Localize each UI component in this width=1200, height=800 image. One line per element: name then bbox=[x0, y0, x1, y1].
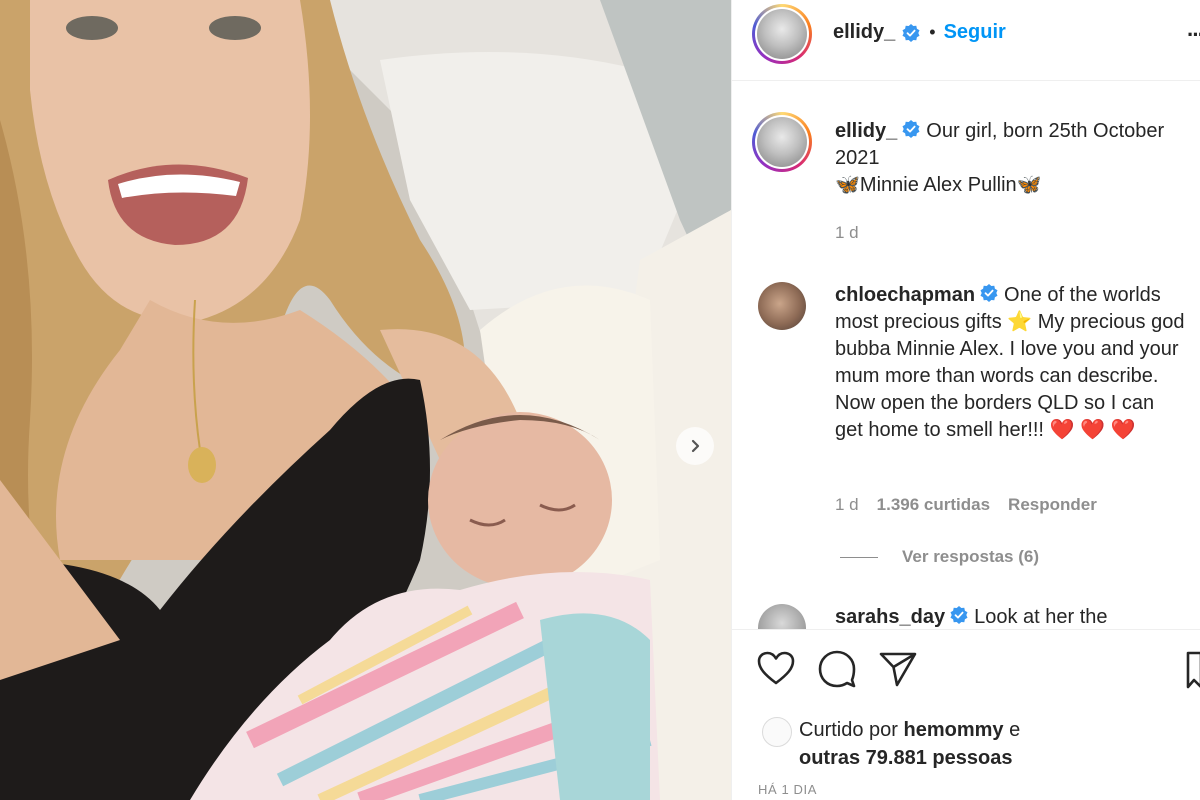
view-replies-button[interactable]: Ver respostas (6) bbox=[840, 547, 1039, 567]
comment-icon[interactable] bbox=[817, 650, 857, 688]
share-icon[interactable] bbox=[878, 650, 918, 688]
liker-avatar[interactable] bbox=[762, 717, 792, 747]
caption-text: ellidy_ Our girl, born 25th October 2021… bbox=[835, 118, 1187, 199]
heart-icon[interactable] bbox=[756, 650, 796, 686]
post-date[interactable]: HÁ 1 DIA bbox=[758, 782, 817, 797]
liker-username[interactable]: hemommy bbox=[904, 719, 1004, 741]
reply-button[interactable]: Responder bbox=[1008, 495, 1097, 515]
post-header: ellidy_ • Seguir ··· bbox=[732, 0, 1200, 81]
post-actions: Curtido por hemommy e outras 79.881 pess… bbox=[732, 629, 1200, 800]
comment-meta: 1 d 1.396 curtidas Responder bbox=[835, 495, 1097, 515]
comment-time[interactable]: 1 d bbox=[835, 495, 859, 515]
bookmark-icon[interactable] bbox=[1185, 650, 1200, 690]
comment-body: Look at her the bbox=[974, 606, 1108, 628]
separator-dot: • bbox=[929, 22, 936, 42]
replies-divider bbox=[840, 556, 878, 558]
caption-avatar[interactable] bbox=[752, 112, 812, 172]
caption-time[interactable]: 1 d bbox=[835, 223, 859, 243]
liked-by-prefix: Curtido por bbox=[799, 719, 898, 741]
verified-badge-icon bbox=[902, 23, 920, 42]
caption-username[interactable]: ellidy_ bbox=[835, 120, 897, 142]
liked-by-conj: e bbox=[1009, 719, 1021, 741]
follow-button[interactable]: Seguir bbox=[944, 21, 1006, 44]
comment-likes[interactable]: 1.396 curtidas bbox=[877, 495, 990, 515]
comment-text: chloechapman One of the worlds most prec… bbox=[835, 282, 1187, 444]
verified-badge-icon bbox=[950, 606, 968, 624]
photo-illustration bbox=[0, 0, 731, 800]
commenter-avatar[interactable] bbox=[758, 604, 806, 629]
caption-meta: 1 d bbox=[835, 223, 859, 243]
commenter-username[interactable]: sarahs_day bbox=[835, 606, 945, 628]
next-photo-button[interactable] bbox=[676, 427, 714, 465]
caption-line-2: 🦋Minnie Alex Pullin🦋 bbox=[835, 174, 1042, 196]
commenter-avatar[interactable] bbox=[758, 282, 806, 330]
commenter-username[interactable]: chloechapman bbox=[835, 284, 975, 306]
post-photo[interactable] bbox=[0, 0, 731, 800]
other-likes-link[interactable]: outras 79.881 pessoas bbox=[799, 747, 1012, 769]
likes-summary: Curtido por hemommy e outras 79.881 pess… bbox=[799, 716, 1179, 772]
chevron-right-icon bbox=[691, 439, 700, 453]
verified-badge-icon bbox=[902, 120, 920, 138]
comment-body: One of the worlds most precious gifts ⭐ … bbox=[835, 284, 1185, 441]
view-replies-label: Ver respostas (6) bbox=[902, 547, 1040, 566]
comment-text: sarahs_day Look at her the bbox=[835, 604, 1187, 629]
author-username[interactable]: ellidy_ bbox=[833, 21, 895, 44]
header-user-row: ellidy_ • Seguir bbox=[833, 21, 1006, 44]
post-side-panel: ellidy_ • Seguir ··· ellidy_ Our girl, b… bbox=[731, 0, 1200, 800]
verified-badge-icon bbox=[980, 284, 998, 302]
author-avatar[interactable] bbox=[752, 4, 812, 64]
comments-list[interactable]: ellidy_ Our girl, born 25th October 2021… bbox=[732, 82, 1200, 629]
more-options-icon[interactable]: ··· bbox=[1187, 22, 1200, 48]
